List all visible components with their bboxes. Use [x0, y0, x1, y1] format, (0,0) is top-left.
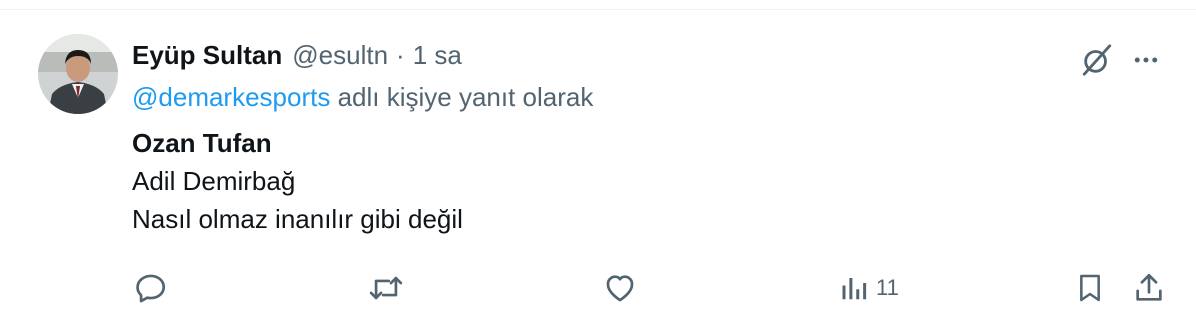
views-button[interactable]: 11: [840, 268, 899, 308]
avatar[interactable]: [38, 34, 118, 114]
heart-icon: [603, 271, 637, 305]
top-divider: [0, 0, 1196, 10]
tweet-header: Eyüp Sultan @esultn · 1 sa: [132, 38, 462, 72]
tweet-line: Ozan Tufan: [132, 128, 272, 158]
reply-icon: [134, 271, 168, 305]
retweet-icon: [368, 271, 404, 305]
bookmark-button[interactable]: [1074, 268, 1106, 308]
reply-mention-link[interactable]: @demarkesports: [132, 82, 330, 112]
share-icon: [1132, 271, 1166, 305]
views-icon: [840, 273, 870, 303]
reply-context: @demarkesports adlı kişiye yanıt olarak: [132, 80, 593, 114]
reply-suffix: adlı kişiye yanıt olarak: [330, 82, 594, 112]
grok-icon[interactable]: [1077, 40, 1117, 80]
display-name[interactable]: Eyüp Sultan: [132, 38, 282, 72]
retweet-button[interactable]: [368, 268, 404, 308]
user-handle[interactable]: @esultn: [292, 38, 388, 72]
tweet-line: Adil Demirbağ: [132, 166, 296, 196]
separator-dot: ·: [396, 40, 405, 70]
timestamp[interactable]: 1 sa: [413, 38, 462, 72]
tweet[interactable]: Eyüp Sultan @esultn · 1 sa @demarkesport…: [0, 10, 1196, 326]
more-icon[interactable]: [1126, 40, 1166, 80]
like-button[interactable]: [603, 268, 637, 308]
bookmark-icon: [1074, 271, 1106, 305]
tweet-text: Ozan Tufan Adil Demirbağ Nasıl olmaz ina…: [132, 124, 463, 238]
tweet-line: Nasıl olmaz inanılır gibi değil: [132, 204, 463, 234]
share-button[interactable]: [1132, 268, 1166, 308]
reply-button[interactable]: [134, 268, 168, 308]
views-count: 11: [876, 275, 899, 300]
